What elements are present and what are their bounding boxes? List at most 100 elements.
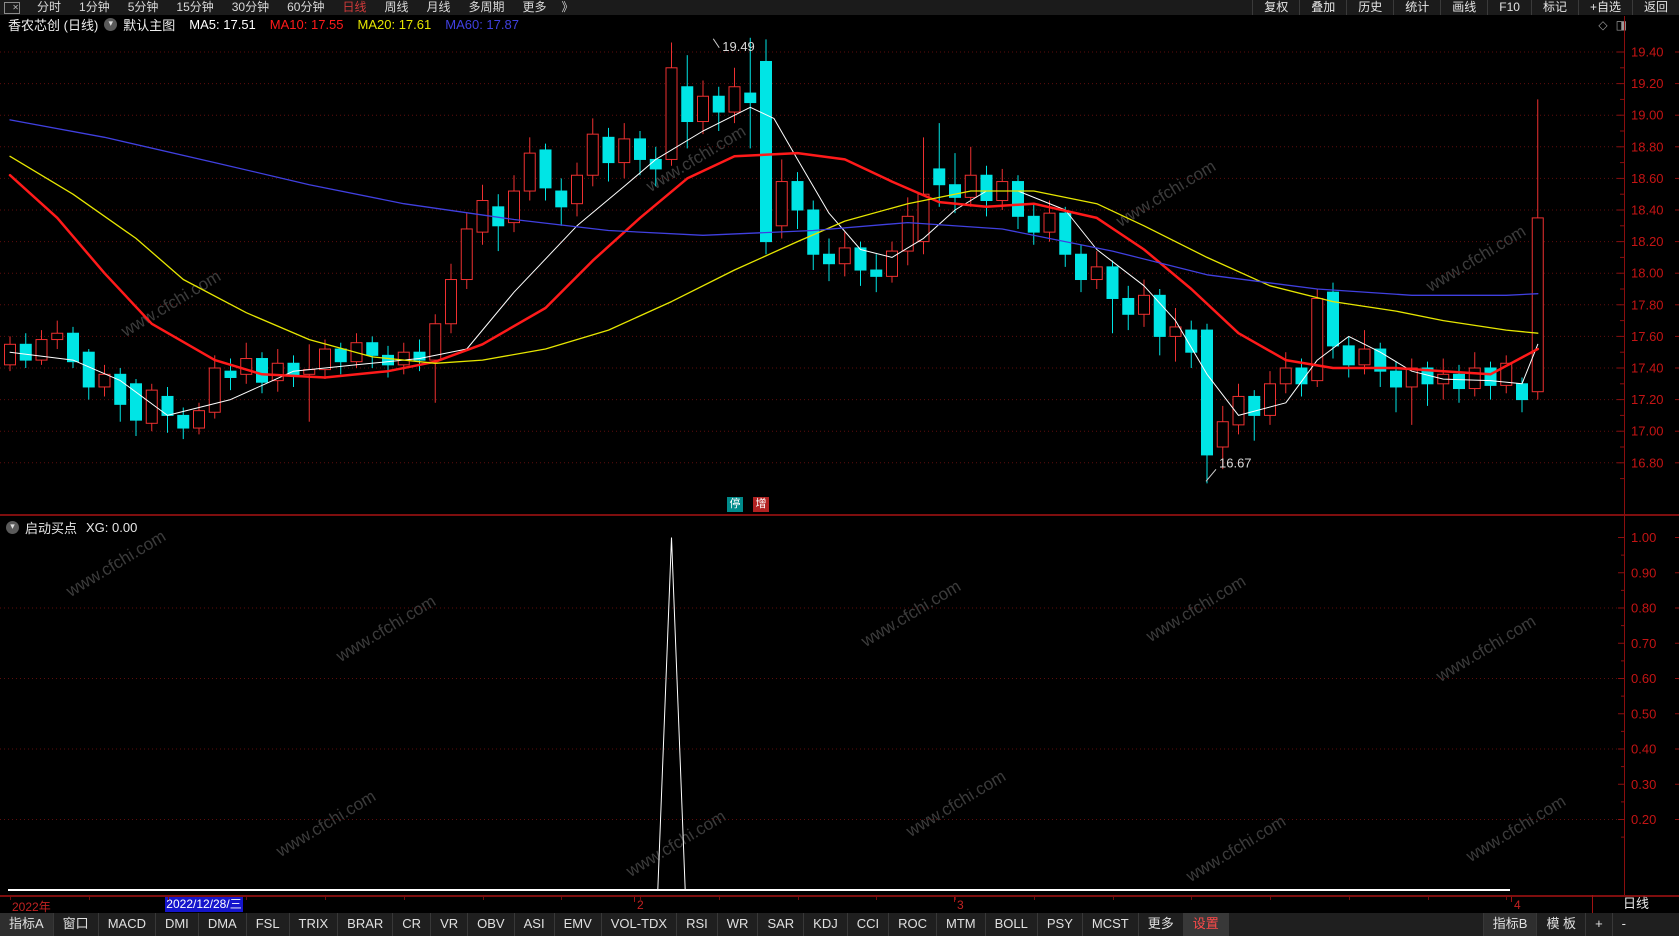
price-axis-label: 19.00 — [1631, 108, 1664, 123]
toolbar-item-MACD[interactable]: MACD — [99, 913, 156, 936]
candle-down — [382, 354, 394, 366]
chevron-down-circle-icon[interactable]: ▾ — [104, 18, 118, 31]
period-tabs: 分时 1分钟 5分钟 15分钟 30分钟 60分钟 日线 周线 月线 多周期 更多 — [28, 0, 556, 15]
candle-up — [618, 138, 631, 164]
toolbar-item-PSY[interactable]: PSY — [1038, 913, 1083, 936]
more-arrow-icon[interactable]: 》 — [556, 0, 580, 15]
period-tab-5分钟[interactable]: 5分钟 — [119, 0, 168, 15]
candle-up — [98, 373, 111, 388]
candle-down — [634, 138, 646, 160]
app-window-icon[interactable] — [4, 0, 20, 15]
price-axis-label: 18.40 — [1631, 203, 1664, 218]
toolbar-item-BOLL[interactable]: BOLL — [986, 913, 1038, 936]
toolbar-item-VR[interactable]: VR — [431, 913, 469, 936]
pane-button-停[interactable]: 停 — [727, 497, 743, 512]
toolbar-item-DMI[interactable]: DMI — [156, 913, 199, 936]
candle-down — [933, 168, 946, 186]
candle-down — [1027, 215, 1040, 233]
candle-down — [555, 190, 568, 208]
split-panel-icon[interactable]: ◨ — [1616, 18, 1627, 32]
toolbar-item-窗口[interactable]: 窗口 — [54, 913, 99, 936]
toolbar-item-SAR[interactable]: SAR — [758, 913, 805, 936]
toolbar-item-VOL-TDX[interactable]: VOL-TDX — [602, 913, 678, 936]
period-tab-15分钟[interactable]: 15分钟 — [167, 0, 222, 15]
pane-button-增[interactable]: 增 — [753, 497, 769, 512]
toolbar-item-ROC[interactable]: ROC — [889, 913, 938, 936]
ma-readout-ma20: MA20: 17.61 — [357, 17, 432, 32]
diamond-icon[interactable]: ◇ — [1598, 18, 1607, 32]
topbar-button-复权[interactable]: 复权 — [1252, 0, 1299, 15]
candle-up — [964, 174, 977, 198]
month-tick — [954, 897, 955, 902]
indicator-axis-label: 0.50 — [1631, 706, 1656, 721]
period-tab-60分钟[interactable]: 60分钟 — [278, 0, 333, 15]
toolbar-item-ASI[interactable]: ASI — [515, 913, 555, 936]
toolbar-item-FSL[interactable]: FSL — [247, 913, 290, 936]
candle-up — [508, 190, 520, 224]
candle-up — [1169, 326, 1182, 337]
topbar-button-返回[interactable]: 返回 — [1631, 0, 1679, 15]
topbar-button-统计[interactable]: 统计 — [1393, 0, 1440, 15]
date-tick — [89, 897, 90, 900]
selected-date-badge[interactable]: 2022/12/28/三 — [165, 897, 243, 912]
toolbar-item-设置[interactable]: 设置 — [1183, 913, 1229, 936]
topbar-button-+自选[interactable]: +自选 — [1577, 0, 1632, 15]
period-tab-周线[interactable]: 周线 — [375, 0, 417, 15]
candle-down — [649, 158, 662, 170]
price-axis-label: 18.00 — [1631, 266, 1664, 281]
toolbar-item-EMV[interactable]: EMV — [555, 913, 602, 936]
toolbar-item-WR[interactable]: WR — [718, 913, 759, 936]
candle-down — [602, 136, 615, 164]
toolbar-item-MCST[interactable]: MCST — [1083, 913, 1139, 936]
period-tab-分时[interactable]: 分时 — [28, 0, 70, 15]
candle-down — [256, 358, 268, 383]
candle-down — [870, 269, 883, 277]
toolbar-right-item--[interactable]: - — [1611, 913, 1635, 936]
toolbar-item-DMA[interactable]: DMA — [199, 913, 247, 936]
candle-up — [838, 247, 851, 265]
toolbar-item-RSI[interactable]: RSI — [677, 913, 718, 936]
indicator-axis-label: 0.40 — [1631, 742, 1656, 757]
candle-up — [1216, 421, 1229, 448]
period-tab-日线[interactable]: 日线 — [333, 0, 375, 15]
candle-up — [523, 152, 536, 192]
toolbar-item-BRAR[interactable]: BRAR — [338, 913, 394, 936]
period-tab-更多[interactable]: 更多 — [514, 0, 556, 15]
period-tab-30分钟[interactable]: 30分钟 — [223, 0, 278, 15]
topbar-button-叠加[interactable]: 叠加 — [1299, 0, 1346, 15]
candle-down — [760, 60, 772, 243]
period-tab-1分钟[interactable]: 1分钟 — [70, 0, 119, 15]
toolbar-item-指标A[interactable]: 指标A — [0, 913, 54, 936]
topbar-button-画线[interactable]: 画线 — [1440, 0, 1487, 15]
ma-line-ma10 — [8, 151, 1540, 379]
month-label-3: 3 — [957, 898, 964, 912]
chevron-down-circle-icon[interactable]: ▾ — [6, 521, 19, 534]
toolbar-right-item-模 板[interactable]: 模 板 — [1536, 913, 1585, 936]
toolbar-item-KDJ[interactable]: KDJ — [804, 913, 848, 936]
main-chart-preset-dropdown[interactable]: 默认主图 — [123, 15, 175, 34]
topbar-button-F10[interactable]: F10 — [1487, 0, 1531, 15]
date-tick — [1506, 897, 1507, 900]
topbar-button-标记[interactable]: 标记 — [1530, 0, 1578, 15]
toolbar-right-item-+[interactable]: + — [1585, 913, 1612, 936]
date-tick — [719, 897, 720, 900]
toolbar-right-item-指标B[interactable]: 指标B — [1482, 913, 1537, 936]
candle-up — [208, 367, 221, 413]
toolbar-item-CCI[interactable]: CCI — [848, 913, 890, 936]
candle-up — [319, 348, 331, 371]
indicator-pane[interactable]: 1.00 0.90 0.80 0.70 0.60 0.50 0.40 0.30 0.20 — [0, 516, 1679, 895]
main-candlestick-pane[interactable]: 19.40 19.20 19.00 18.80 18.60 18.40 18.20 18.00… — [0, 34, 1679, 514]
toolbar-item-更多[interactable]: 更多 — [1139, 913, 1184, 936]
indicator-shortcuts: 指标A 窗口 MACD DMI DMA FSL TRIX BRAR CR VR OBV ASI EMV V… — [0, 913, 1229, 936]
period-tab-多周期[interactable]: 多周期 — [460, 0, 514, 15]
toolbar-item-CR[interactable]: CR — [393, 913, 432, 936]
toolbar-item-TRIX[interactable]: TRIX — [290, 913, 339, 936]
topbar-button-历史[interactable]: 历史 — [1346, 0, 1393, 15]
ma-line-ma60 — [9, 119, 1539, 296]
date-tick — [876, 897, 877, 900]
toolbar-item-OBV[interactable]: OBV — [468, 913, 515, 936]
candle-up — [1090, 266, 1103, 281]
toolbar-item-MTM[interactable]: MTM — [937, 913, 986, 936]
period-tab-月线[interactable]: 月线 — [418, 0, 460, 15]
candle-down — [1516, 383, 1528, 401]
